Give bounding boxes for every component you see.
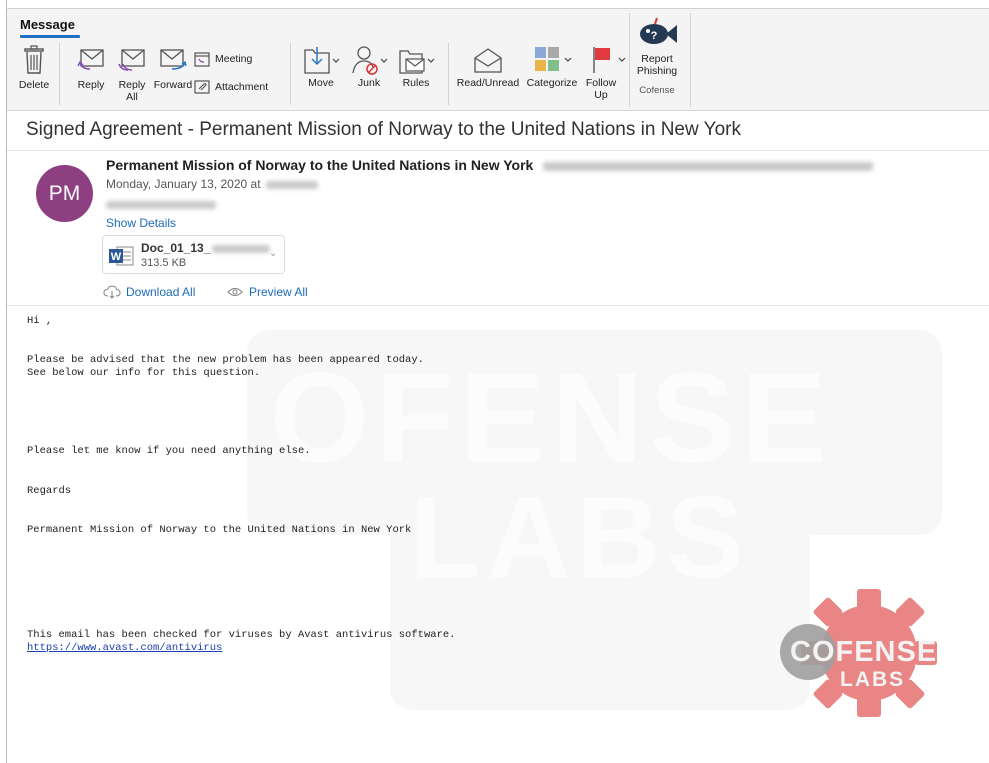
- read-unread-label: Read/Unread: [456, 77, 520, 89]
- download-all-button[interactable]: Download All: [103, 285, 195, 299]
- redacted-filename: [212, 244, 271, 253]
- follow-up-button[interactable]: Follow Up: [583, 45, 631, 101]
- avatar: PM: [36, 165, 93, 222]
- recipient-line: [106, 196, 216, 214]
- attachment-name: Doc_01_13_: [141, 241, 271, 255]
- phishing-fish-icon: ?: [640, 17, 677, 44]
- attachment-label: Attachment: [215, 81, 269, 93]
- attachment-size: 313.5 KB: [141, 257, 187, 269]
- cofense-group-label: Cofense: [639, 85, 675, 96]
- body-line: Please let me know if you need anything …: [27, 445, 311, 457]
- tab-message[interactable]: Message: [20, 17, 75, 32]
- categorize-button[interactable]: Categorize: [521, 45, 583, 89]
- window-edge: [6, 0, 7, 763]
- show-details-link[interactable]: Show Details: [106, 216, 176, 230]
- move-folder-icon: [304, 47, 340, 74]
- junk-button[interactable]: Junk: [347, 43, 391, 89]
- labs-logo-text: LABS: [840, 668, 906, 691]
- junk-label: Junk: [357, 77, 381, 89]
- rules-icon: [399, 50, 435, 74]
- ribbon-separator: [690, 13, 691, 107]
- body-regards: Regards: [27, 485, 72, 497]
- preview-all-button[interactable]: Preview All: [227, 285, 308, 299]
- watermark-text: LABS: [410, 472, 750, 602]
- attachment-button[interactable]: Attachment: [194, 80, 268, 94]
- junk-icon: [352, 46, 388, 75]
- preview-all-label: Preview All: [249, 285, 308, 299]
- ribbon-separator: [448, 43, 449, 105]
- body-signature: Permanent Mission of Norway to the Unite…: [27, 524, 412, 536]
- sender-line: Permanent Mission of Norway to the Unite…: [106, 157, 874, 173]
- divider: [7, 150, 989, 151]
- reply-all-label: Reply All: [118, 79, 146, 103]
- chevron-down-icon[interactable]: ⌄: [269, 248, 277, 259]
- body-line: Please be advised that the new problem h…: [27, 354, 424, 366]
- reply-icon: [77, 49, 104, 70]
- move-button[interactable]: Move: [296, 43, 346, 89]
- email-subject: Signed Agreement - Permanent Mission of …: [26, 119, 741, 140]
- categorize-label: Categorize: [526, 77, 578, 89]
- body-line: See below our info for this question.: [27, 367, 261, 379]
- ribbon-separator: [290, 43, 291, 105]
- sender-name: Permanent Mission of Norway to the Unite…: [106, 157, 534, 173]
- redacted-email: [543, 161, 874, 171]
- move-label: Move: [308, 77, 334, 89]
- paperclip-icon: [194, 80, 210, 94]
- avast-link[interactable]: https://www.avast.com/antivirus: [27, 642, 222, 655]
- cloud-download-icon: [103, 285, 121, 299]
- download-all-label: Download All: [126, 285, 196, 299]
- envelope-open-icon: [474, 48, 502, 73]
- active-tab-indicator: [20, 35, 80, 38]
- meeting-label: Meeting: [215, 53, 253, 65]
- flag-icon: [593, 47, 626, 73]
- rules-label: Rules: [402, 77, 430, 89]
- redacted-time: [265, 180, 318, 189]
- calendar-reply-icon: [194, 52, 210, 67]
- divider: [7, 305, 989, 306]
- forward-label: Forward: [153, 79, 193, 91]
- sent-date: Monday, January 13, 2020 at: [106, 177, 261, 191]
- delete-label: Delete: [18, 79, 50, 91]
- reply-button[interactable]: Reply: [70, 47, 112, 91]
- attachment-filename: Doc_01_13_: [141, 241, 211, 255]
- redacted-recipient: [106, 200, 216, 209]
- eye-icon: [227, 287, 243, 297]
- body-greeting: Hi ,: [27, 315, 53, 327]
- ribbon-separator: [59, 43, 60, 105]
- report-phishing-button[interactable]: ? Report Phishing Cofense: [631, 15, 683, 97]
- meeting-button[interactable]: Meeting: [194, 51, 252, 67]
- ribbon-separator: [629, 13, 630, 107]
- svg-text:?: ?: [651, 30, 658, 42]
- categorize-icon: [535, 47, 572, 71]
- svg-text:W: W: [111, 251, 122, 263]
- cofense-logo-text: COFENSE: [790, 636, 938, 668]
- word-doc-icon: W: [109, 246, 134, 266]
- reply-label: Reply: [77, 79, 105, 91]
- ribbon-toolbar: Message Delete Reply Reply All Forward M…: [7, 9, 989, 111]
- forward-icon: [160, 49, 187, 70]
- delete-button[interactable]: Delete: [15, 45, 53, 91]
- rules-button[interactable]: Rules: [394, 43, 438, 89]
- date-line: Monday, January 13, 2020 at: [106, 177, 318, 191]
- avast-note: This email has been checked for viruses …: [27, 629, 456, 641]
- attachment-card[interactable]: W Doc_01_13_ 313.5 KB ⌄: [102, 235, 285, 274]
- trash-icon: [24, 45, 44, 74]
- read-unread-button[interactable]: Read/Unread: [453, 45, 523, 89]
- report-phishing-label: Report Phishing: [636, 53, 678, 77]
- follow-up-label: Follow Up: [585, 77, 617, 101]
- reply-all-button[interactable]: Reply All: [113, 47, 151, 103]
- forward-button[interactable]: Forward: [151, 47, 195, 91]
- reply-all-icon: [118, 49, 145, 71]
